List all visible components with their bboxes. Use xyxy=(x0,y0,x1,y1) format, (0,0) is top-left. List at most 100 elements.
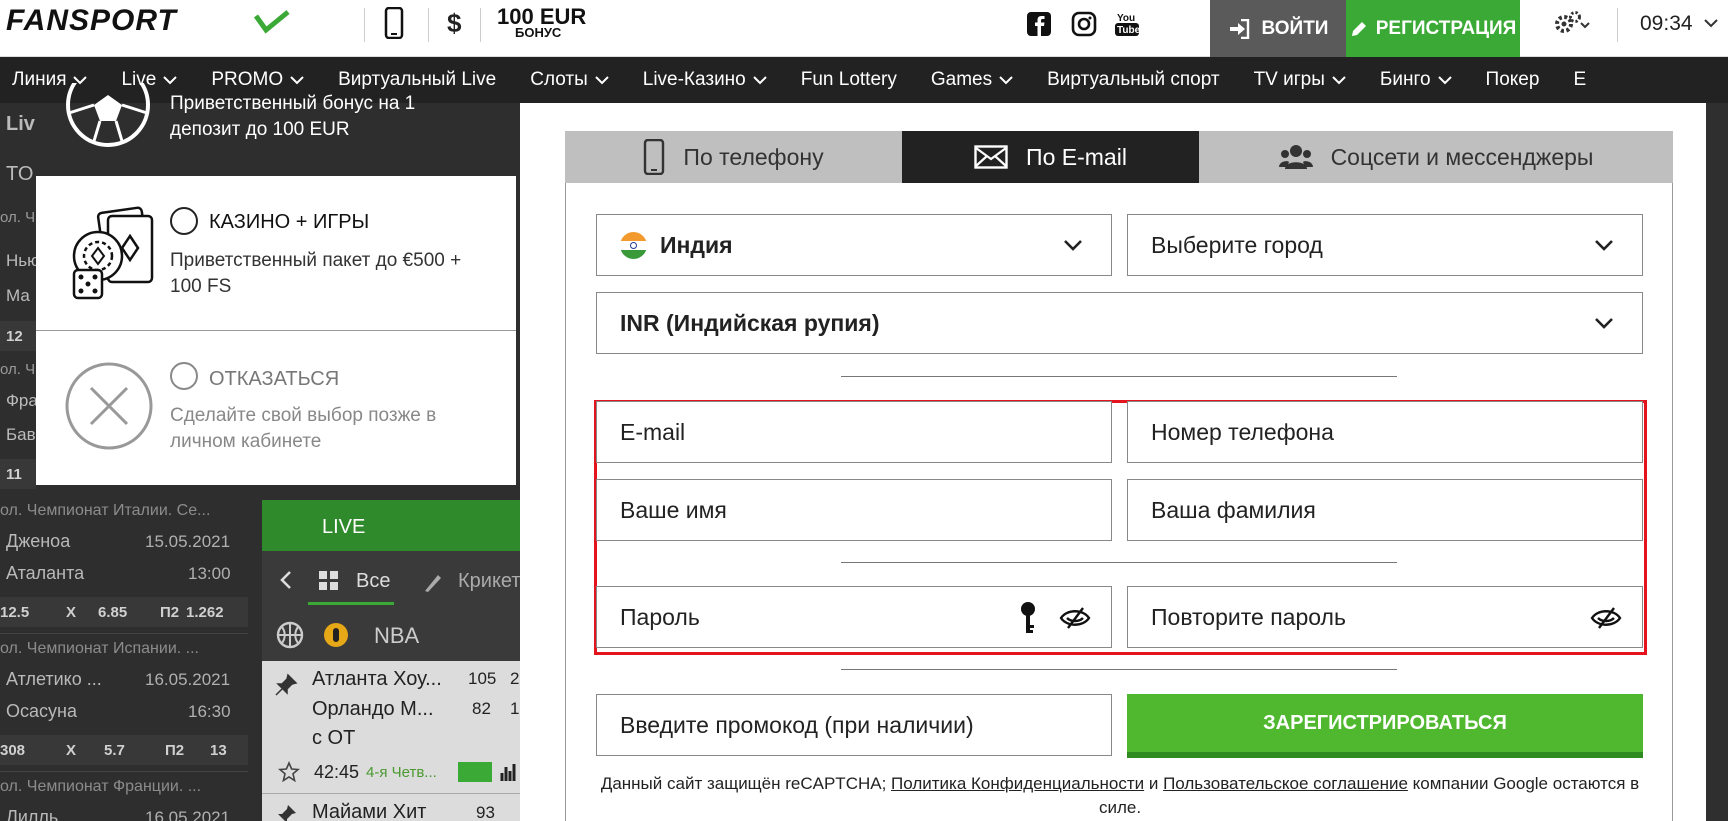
tab-by-phone[interactable]: По телефону xyxy=(565,131,902,183)
register-button[interactable]: РЕГИСТРАЦИЯ xyxy=(1346,0,1520,57)
chevron-down-icon xyxy=(595,75,609,84)
mobile-phone-icon[interactable] xyxy=(384,7,404,39)
repeat-password-field[interactable]: Повторите пароль xyxy=(1127,586,1643,648)
site-logo[interactable]: FANSPORT xyxy=(6,4,177,38)
league-badge-icon xyxy=(324,623,348,647)
city-select[interactable]: Выберите город xyxy=(1127,214,1643,276)
team-name[interactable]: Дженоа xyxy=(6,531,70,552)
first-name-field[interactable]: Ваше имя xyxy=(596,479,1112,541)
currency-select[interactable]: INR (Индийская рупия) xyxy=(596,292,1643,354)
chevron-down-icon xyxy=(1064,240,1082,251)
pin-icon[interactable] xyxy=(274,673,298,697)
email-placeholder: E-mail xyxy=(620,418,686,445)
bonus-option-decline[interactable]: ОТКАЗАТЬСЯ Сделайте свой выбор позже в л… xyxy=(36,331,516,485)
match-date: 16.05.2021 xyxy=(145,808,231,821)
nba-label[interactable]: NBA xyxy=(374,623,419,649)
youtube-icon[interactable]: YouTube xyxy=(1114,10,1140,38)
team-name[interactable]: Лилль xyxy=(6,807,58,821)
soccer-ball-icon xyxy=(66,83,150,147)
nav-item[interactable]: Виртуальный Live xyxy=(326,69,518,91)
nba-match-card[interactable]: Атланта Хоу... Орландо М... с ОТ 105 2 8… xyxy=(262,661,520,821)
nav-item-label: Бинго xyxy=(1379,69,1431,90)
nav-item[interactable]: Виртуальный спорт xyxy=(1035,69,1241,91)
team-name[interactable]: Атлетико ... xyxy=(6,669,102,690)
legal-text: Данный сайт защищён reCAPTCHA; xyxy=(600,774,892,793)
match-date: 15.05.2021 xyxy=(145,532,231,551)
team-name: Атланта Хоу... xyxy=(312,668,442,690)
promo-code-field[interactable]: Введите промокод (при наличии) xyxy=(596,694,1112,756)
odds-row[interactable]: 12.5 X 6.85 П2 1.262 xyxy=(0,597,248,627)
nav-item[interactable]: Fun Lottery xyxy=(789,69,919,91)
casino-radio[interactable] xyxy=(170,207,198,235)
login-button[interactable]: ВОЙТИ xyxy=(1210,0,1346,57)
nav-item[interactable]: Покер xyxy=(1474,69,1562,91)
stats-icon[interactable] xyxy=(500,761,518,783)
chevron-down-icon xyxy=(1595,240,1613,251)
city-placeholder: Выберите город xyxy=(1151,231,1323,258)
live-section-header[interactable]: LIVE xyxy=(262,500,520,551)
privacy-policy-link[interactable]: Политика Конфиденциальности xyxy=(891,774,1144,793)
eye-off-icon[interactable] xyxy=(1059,606,1091,630)
currency-icon[interactable]: $ xyxy=(447,8,461,39)
nav-item[interactable]: PROMO xyxy=(199,69,326,91)
team-name[interactable]: Аталанта xyxy=(6,563,84,584)
bonus-option-sport[interactable]: Приветственный бонус на 1 депозит до 100… xyxy=(36,83,516,176)
divider xyxy=(841,669,1397,670)
nav-item-label: Live-Казино xyxy=(642,69,746,90)
email-field[interactable]: E-mail xyxy=(596,401,1112,463)
svg-text:You: You xyxy=(1117,13,1135,24)
login-label: ВОЙТИ xyxy=(1261,17,1329,39)
header-separator xyxy=(1617,8,1618,42)
cricket-icon xyxy=(425,575,441,592)
register-label: РЕГИСТРАЦИЯ xyxy=(1375,17,1517,39)
league-name[interactable]: ол. Чемпионат Испании. ... xyxy=(0,640,199,658)
nav-item[interactable]: Games xyxy=(919,69,1035,91)
phone-number-field[interactable]: Номер телефона xyxy=(1127,401,1643,463)
divider xyxy=(0,633,248,634)
terms-link[interactable]: Пользовательское соглашение xyxy=(1163,774,1408,793)
decline-x-icon xyxy=(65,362,153,450)
nav-item[interactable]: Е xyxy=(1561,69,1608,91)
password-field[interactable]: Пароль xyxy=(596,586,1112,648)
nav-item[interactable]: Бинго xyxy=(1368,69,1474,91)
bg-odds-strip: 12 xyxy=(0,321,36,351)
filter-all[interactable]: Все xyxy=(356,570,390,593)
team-name[interactable]: Осасуна xyxy=(6,701,77,722)
nav-item[interactable]: Live-Казино xyxy=(631,69,789,91)
grid-icon xyxy=(319,571,338,590)
active-filter-underline xyxy=(308,602,394,605)
nav-item[interactable]: TV игры xyxy=(1242,69,1368,91)
decline-radio[interactable] xyxy=(170,362,198,390)
filter-cricket[interactable]: Крикет xyxy=(458,570,521,593)
instagram-icon[interactable] xyxy=(1071,10,1097,38)
tab-label: По телефону xyxy=(683,143,824,170)
facebook-icon[interactable] xyxy=(1026,10,1052,38)
league-name[interactable]: ол. Чемпионат Франции. ... xyxy=(0,778,201,796)
tab-by-email[interactable]: По E-mail xyxy=(902,131,1199,183)
eye-off-icon[interactable] xyxy=(1590,606,1622,630)
tab-social-messengers[interactable]: Соцсети и мессенджеры xyxy=(1199,131,1673,183)
divider xyxy=(841,376,1397,377)
header-separator xyxy=(364,8,365,42)
country-select[interactable]: Индия xyxy=(596,214,1112,276)
chevron-down-icon[interactable] xyxy=(1704,18,1718,28)
pencil-icon xyxy=(1351,21,1366,36)
submit-registration-button[interactable]: ЗАРЕГИСТРИРОВАТЬСЯ xyxy=(1127,694,1643,758)
star-icon[interactable] xyxy=(278,761,300,783)
nav-item[interactable]: Слоты xyxy=(518,69,631,91)
key-icon[interactable] xyxy=(1019,601,1037,635)
odds-row[interactable]: 308 X 5.7 П2 13 xyxy=(0,735,248,765)
basketball-icon xyxy=(276,621,304,649)
game-clock: 42:45 xyxy=(314,762,360,782)
bonus-label: БОНУС xyxy=(515,25,562,40)
pin-icon[interactable] xyxy=(274,803,298,821)
chevron-left-icon[interactable] xyxy=(280,570,292,590)
settings-gear-icon[interactable] xyxy=(1553,9,1591,37)
league-name[interactable]: ол. Чемпионат Италии. Се... xyxy=(0,502,210,520)
clock-time: 09:34 xyxy=(1640,12,1693,35)
bonus-option-casino[interactable]: КАЗИНО + ИГРЫ Приветственный пакет до €5… xyxy=(36,176,516,330)
nav-item-label: Е xyxy=(1573,69,1587,90)
currency-value: INR (Индийская рупия) xyxy=(620,309,880,336)
score: 93 xyxy=(476,803,495,821)
last-name-field[interactable]: Ваша фамилия xyxy=(1127,479,1643,541)
